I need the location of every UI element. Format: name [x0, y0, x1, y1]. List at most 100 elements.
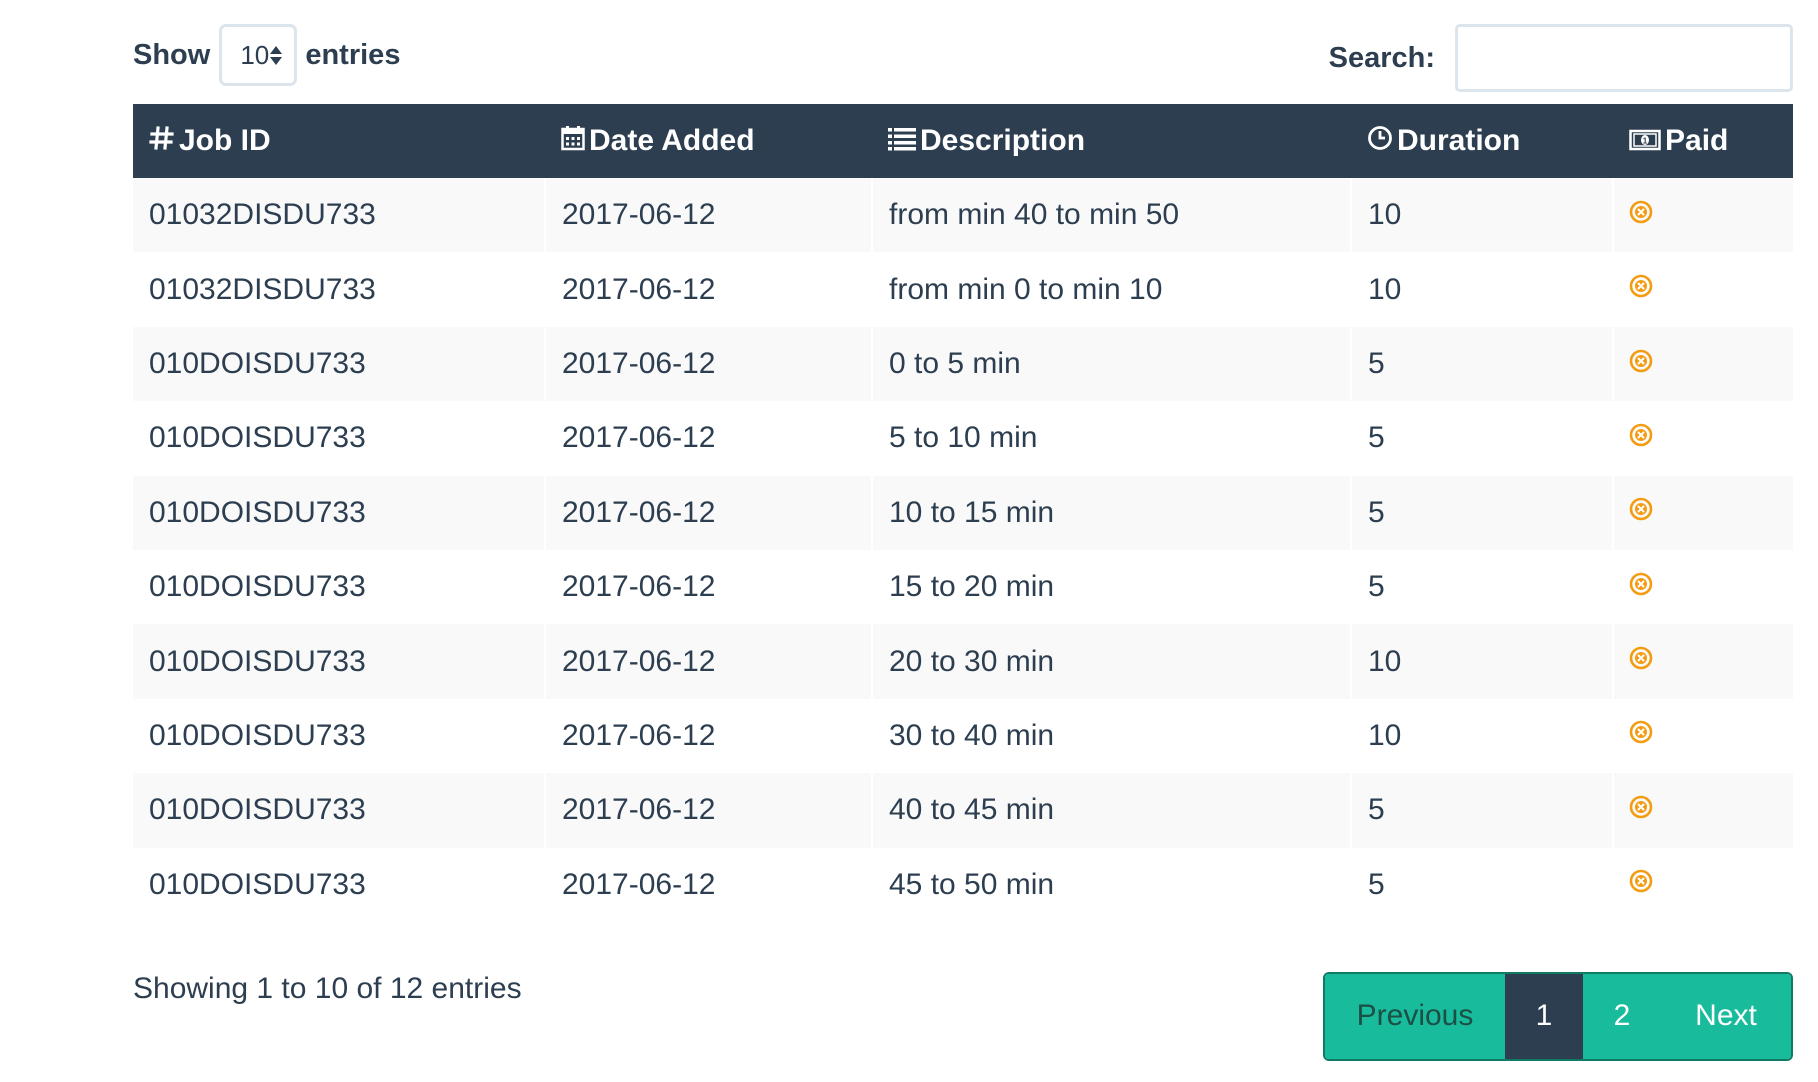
cell-job-id: 01032DISDU733	[149, 272, 376, 306]
select-arrows-icon	[270, 45, 283, 65]
cell-duration: 10	[1350, 624, 1613, 699]
next-page-button[interactable]: Next	[1661, 973, 1791, 1059]
table-row: 010DOISDU733 2017-06-12 30 to 40 min 10	[133, 698, 1793, 774]
cell-job-id: 010DOISDU733	[149, 793, 366, 827]
header-label: Description	[920, 124, 1086, 158]
times-circle-icon	[1628, 868, 1654, 902]
datatable-wrapper: Show 10 entries Search: Job ID Date Adde…	[133, 0, 1793, 1062]
times-circle-icon	[1628, 348, 1654, 382]
cell-job-id: 010DOISDU733	[149, 718, 366, 752]
cell-paid	[1612, 624, 1793, 699]
header-label: Job ID	[179, 124, 271, 158]
cell-date-added: 2017-06-12	[544, 847, 872, 922]
table-row: 010DOISDU733 2017-06-12 45 to 50 min 5	[133, 847, 1793, 922]
table-row: 01032DISDU733 2017-06-12 from min 0 to min…	[133, 252, 1793, 327]
cell-date-added: 2017-06-12	[544, 252, 872, 327]
cell-description: 20 to 30 min	[871, 624, 1351, 699]
column-header-job-id[interactable]: Job ID	[133, 104, 545, 178]
cell-date-added: 2017-06-12	[544, 178, 872, 253]
cell-paid	[1612, 401, 1793, 476]
cell-paid	[1612, 773, 1793, 848]
cell-job-id: 010DOISDU733	[149, 867, 366, 901]
entries-per-page-select[interactable]: 10	[219, 24, 298, 86]
cell-paid	[1612, 549, 1793, 625]
times-circle-icon	[1628, 719, 1654, 753]
table-row: 01032DISDU733 2017-06-12 from min 40 to mi…	[133, 178, 1793, 253]
money-icon: 1	[1629, 125, 1661, 159]
page-1-button[interactable]: 1	[1505, 973, 1583, 1059]
header-label: Duration	[1397, 124, 1521, 158]
cell-duration: 10	[1350, 178, 1613, 253]
clock-icon	[1367, 125, 1393, 159]
hash-icon	[149, 125, 175, 159]
table-row: 010DOISDU733 2017-06-12 20 to 30 min 10	[133, 624, 1793, 699]
cell-paid	[1612, 178, 1793, 253]
cell-date-added: 2017-06-12	[544, 773, 872, 848]
cell-job-id: 010DOISDU733	[149, 346, 366, 380]
table-row: 010DOISDU733 2017-06-12 15 to 20 min 5	[133, 549, 1793, 625]
pagination: Previous 1 2 Next	[1323, 971, 1793, 1061]
cell-date-added: 2017-06-12	[544, 624, 872, 699]
table-row: 010DOISDU733 2017-06-12 0 to 5 min 5	[133, 326, 1793, 402]
cell-description: from min 40 to min 50	[871, 178, 1351, 253]
times-circle-icon	[1628, 273, 1654, 307]
cell-description: 10 to 15 min	[871, 475, 1351, 550]
column-header-duration[interactable]: Duration	[1351, 104, 1613, 178]
cell-duration: 5	[1350, 326, 1613, 402]
cell-paid	[1612, 698, 1793, 774]
times-circle-icon	[1628, 422, 1654, 456]
entries-length-control: Show 10 entries	[133, 24, 400, 86]
entries-label: entries	[305, 38, 401, 71]
table-row: 010DOISDU733 2017-06-12 10 to 15 min 5	[133, 475, 1793, 550]
search-input[interactable]	[1455, 24, 1793, 92]
previous-page-button[interactable]: Previous	[1325, 973, 1505, 1059]
cell-job-id: 010DOISDU733	[149, 570, 366, 604]
cell-duration: 10	[1350, 698, 1613, 774]
cell-description: 5 to 10 min	[871, 401, 1351, 476]
cell-date-added: 2017-06-12	[544, 549, 872, 625]
table-body: 01032DISDU733 2017-06-12 from min 40 to mi…	[133, 178, 1793, 922]
cell-duration: 5	[1350, 549, 1613, 625]
cell-job-id: 010DOISDU733	[149, 421, 366, 455]
cell-date-added: 2017-06-12	[544, 475, 872, 550]
table-controls: Show 10 entries Search:	[133, 0, 1793, 104]
entries-per-page-value: 10	[240, 39, 270, 70]
cell-date-added: 2017-06-12	[544, 326, 872, 402]
search-label: Search:	[1328, 41, 1435, 74]
cell-description: 0 to 5 min	[871, 326, 1351, 402]
times-circle-icon	[1628, 794, 1654, 828]
table-row: 010DOISDU733 2017-06-12 5 to 10 min 5	[133, 401, 1793, 476]
cell-duration: 5	[1350, 401, 1613, 476]
header-label: Date Added	[589, 124, 755, 158]
times-circle-icon	[1628, 645, 1654, 679]
column-header-date-added[interactable]: Date Added	[545, 104, 872, 178]
header-row: Job ID Date Added Description Duration 1…	[133, 104, 1793, 178]
cell-description: 30 to 40 min	[871, 698, 1351, 774]
cell-duration: 5	[1350, 475, 1613, 550]
cell-duration: 5	[1350, 773, 1613, 848]
column-header-paid[interactable]: 1 Paid	[1613, 104, 1793, 178]
cell-date-added: 2017-06-12	[544, 698, 872, 774]
calendar-icon	[561, 125, 585, 159]
times-circle-icon	[1628, 571, 1654, 605]
svg-text:1: 1	[1643, 136, 1648, 145]
cell-paid	[1612, 252, 1793, 327]
page-2-button[interactable]: 2	[1583, 973, 1661, 1059]
times-circle-icon	[1628, 496, 1654, 530]
header-label: Paid	[1665, 124, 1729, 158]
table-header: Job ID Date Added Description Duration 1…	[133, 104, 1793, 178]
search-control: Search:	[1329, 24, 1793, 92]
times-circle-icon	[1628, 199, 1654, 233]
cell-description: from min 0 to min 10	[871, 252, 1351, 327]
show-label: Show	[133, 38, 211, 71]
cell-job-id: 01032DISDU733	[149, 198, 376, 232]
cell-description: 45 to 50 min	[871, 847, 1351, 922]
cell-job-id: 010DOISDU733	[149, 644, 366, 678]
table-footer: Showing 1 to 10 of 12 entries Previous 1…	[133, 922, 1793, 1062]
column-header-description[interactable]: Description	[872, 104, 1351, 178]
cell-paid	[1612, 326, 1793, 402]
table-row: 010DOISDU733 2017-06-12 40 to 45 min 5	[133, 773, 1793, 848]
jobs-table: Job ID Date Added Description Duration 1…	[133, 104, 1793, 922]
cell-duration: 5	[1350, 847, 1613, 922]
cell-description: 15 to 20 min	[871, 549, 1351, 625]
